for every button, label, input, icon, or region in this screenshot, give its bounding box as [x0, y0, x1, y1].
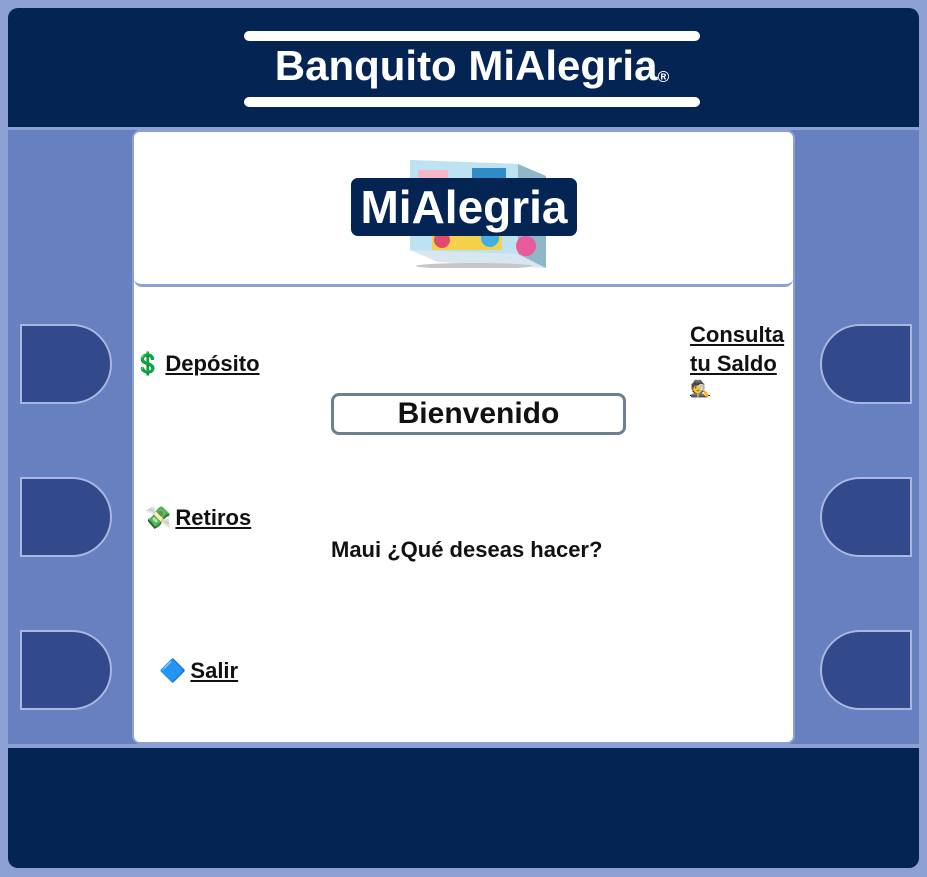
atm-header: Banquito MiAlegria®	[8, 8, 919, 127]
side-button-right-2[interactable]	[820, 477, 912, 557]
atm-screen: MiAlegria	[132, 130, 795, 744]
blue-diamond-icon: 🔷	[159, 658, 187, 683]
detective-icon[interactable]: 🕵	[690, 380, 710, 400]
balance-label-line2: tu Saldo	[690, 351, 777, 376]
atm-frame: Banquito MiAlegria® MiAlegria 💲 Depósito…	[0, 0, 927, 877]
side-button-right-3[interactable]	[820, 630, 912, 710]
welcome-banner: Bienvenido	[331, 393, 626, 435]
balance-link[interactable]: Consulta tu Saldo	[690, 320, 784, 378]
side-button-left-2[interactable]	[20, 477, 112, 557]
logo-label: MiAlegria	[351, 178, 577, 236]
deposit-label: Depósito	[165, 351, 260, 376]
exit-label: Salir	[190, 658, 239, 683]
app-title-text: Banquito MiAlegria	[274, 42, 658, 89]
side-button-left-1[interactable]	[20, 324, 112, 404]
balance-label-line1: Consulta	[690, 322, 785, 347]
side-button-left-3[interactable]	[20, 630, 112, 710]
welcome-question: Maui ¿Qué deseas hacer?	[331, 537, 603, 562]
side-button-right-1[interactable]	[820, 324, 912, 404]
title-bottom-bar	[244, 97, 700, 107]
dollar-sign-icon: 💲	[134, 351, 162, 376]
logo-area: MiAlegria	[134, 132, 793, 287]
exit-link[interactable]: 🔷 Salir	[159, 658, 238, 684]
deposit-link[interactable]: 💲 Depósito	[134, 351, 260, 377]
withdraw-label: Retiros	[175, 505, 252, 530]
registered-mark: ®	[657, 69, 670, 86]
money-with-wings-icon: 💸	[144, 505, 172, 530]
atm-footer	[8, 748, 919, 868]
withdraw-link[interactable]: 💸 Retiros	[144, 505, 251, 531]
